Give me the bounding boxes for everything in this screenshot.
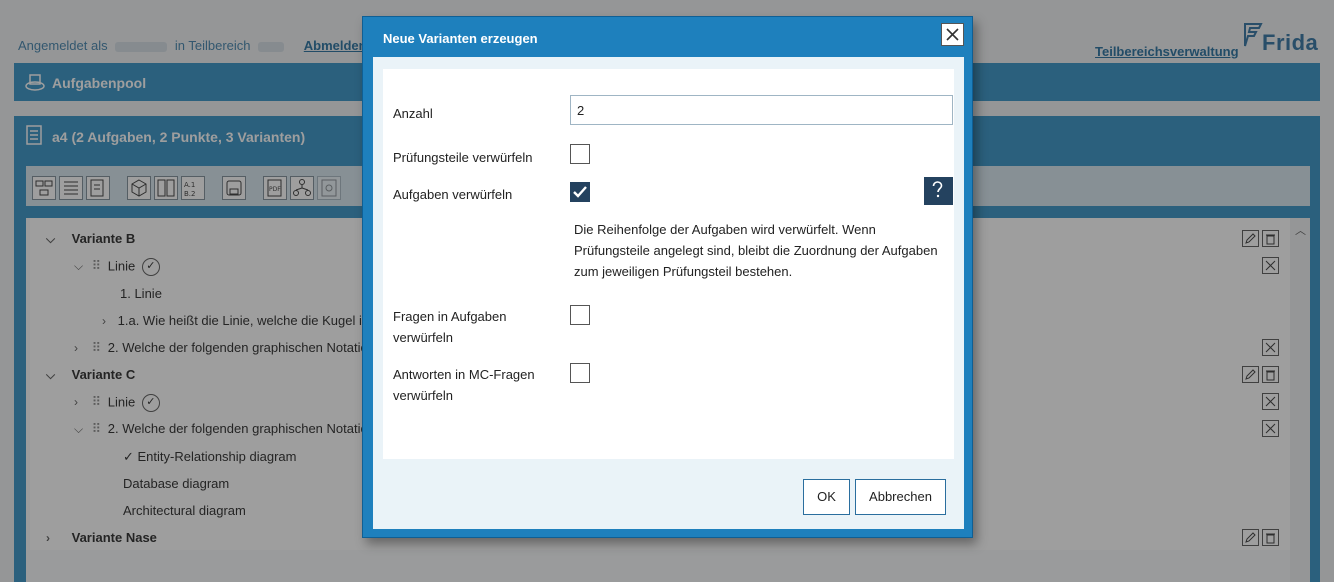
shuffle-tasks-description: Die Reihenfolge der Aufgaben wird verwür… [574,222,938,279]
close-icon[interactable] [941,23,964,46]
count-input[interactable] [570,95,953,125]
count-label: Anzahl [393,106,433,121]
shuffle-questions-label: Fragen in Aufgaben verwürfeln [393,309,507,345]
new-variants-dialog: Neue Varianten erzeugen Anzahl Prüfungst… [362,16,973,538]
shuffle-parts-label: Prüfungsteile verwürfeln [393,150,533,165]
help-button[interactable] [924,177,953,205]
shuffle-tasks-checkbox[interactable] [570,182,590,202]
shuffle-answers-label: Antworten in MC-Fragen verwürfeln [393,367,535,403]
shuffle-parts-checkbox[interactable] [570,144,590,164]
ok-button[interactable]: OK [803,479,850,515]
cancel-button[interactable]: Abbrechen [855,479,946,515]
shuffle-tasks-label: Aufgaben verwürfeln [393,187,513,202]
checkmark-icon [573,186,587,198]
dialog-title: Neue Varianten erzeugen [383,31,538,46]
shuffle-questions-checkbox[interactable] [570,305,590,325]
dialog-form: Anzahl Prüfungsteile verwürfeln Aufgaben… [383,69,954,459]
dialog-body: Anzahl Prüfungsteile verwürfeln Aufgaben… [373,57,964,529]
question-mark-icon [932,181,943,198]
shuffle-answers-checkbox[interactable] [570,363,590,383]
